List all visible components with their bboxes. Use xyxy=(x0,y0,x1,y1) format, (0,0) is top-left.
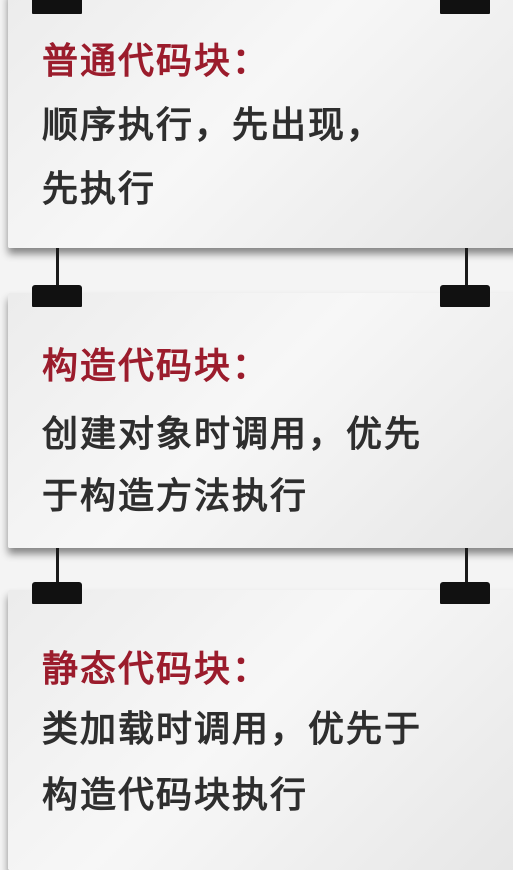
hanger-wire xyxy=(56,248,59,288)
card-text-line: 于构造方法执行 xyxy=(42,476,309,517)
card-text-line: 先执行 xyxy=(42,169,157,210)
binder-clip-icon xyxy=(32,582,82,604)
binder-clip-icon xyxy=(32,0,82,14)
card-text-line: 类加载时调用，优先于 xyxy=(42,709,423,750)
card-ordinary-block: 普通代码块： 顺序执行，先出现， 先执行 xyxy=(8,0,513,248)
card-text-line: 顺序执行，先出现， xyxy=(42,105,385,146)
card-text-line: 构造代码块执行 xyxy=(42,775,309,816)
hanger-wire xyxy=(56,548,59,584)
binder-clip-icon xyxy=(440,0,490,14)
hanger-wire xyxy=(465,248,468,288)
binder-clip-icon xyxy=(440,582,490,604)
card-text-line: 创建对象时调用，优先 xyxy=(42,414,423,455)
card-constructor-block: 构造代码块： 创建对象时调用，优先 于构造方法执行 xyxy=(8,293,513,548)
binder-clip-icon xyxy=(32,285,82,307)
card-title: 静态代码块： xyxy=(42,649,271,690)
card-title: 构造代码块： xyxy=(42,346,271,387)
card-title: 普通代码块： xyxy=(42,41,271,82)
binder-clip-icon xyxy=(440,285,490,307)
card-static-block: 静态代码块： 类加载时调用，优先于 构造代码块执行 xyxy=(8,590,513,870)
hanger-wire xyxy=(465,548,468,584)
